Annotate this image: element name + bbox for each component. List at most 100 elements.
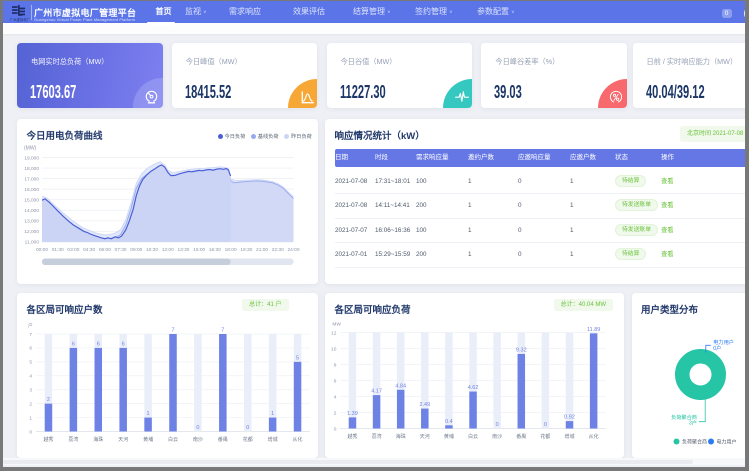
bar-value-label: 0.92 — [564, 415, 575, 421]
bar[interactable] — [349, 417, 357, 428]
table-row: 2021-07-0814:11~14:41200101待发送账单查看 — [335, 194, 749, 219]
bar[interactable] — [169, 334, 177, 432]
peak-curve-icon — [301, 91, 314, 104]
view-link[interactable]: 查看 — [661, 219, 674, 244]
legend-label[interactable]: 负荷聚合商 — [682, 439, 707, 446]
brand-subtitle: Guangzhou Virtual Power Plant Management… — [34, 17, 135, 22]
bar[interactable] — [566, 421, 574, 428]
x-tick-label: 04:30 — [83, 247, 95, 253]
nav-item-5[interactable]: 结算管理∨ — [353, 1, 391, 23]
category-label: 越秀 — [347, 433, 357, 440]
y-tick-label: 16,000 — [24, 187, 39, 193]
window-frame-right — [745, 0, 749, 471]
table-column-header: 日期 — [335, 149, 348, 167]
percent-icon — [609, 90, 623, 104]
bar-value-label: 4.62 — [468, 385, 479, 391]
bar[interactable] — [45, 404, 53, 432]
legend-label[interactable]: 电力用户 — [716, 439, 736, 446]
table-cell: 1 — [570, 170, 574, 195]
bar[interactable] — [269, 418, 277, 432]
nav-item-7[interactable]: 参数配置∨ — [477, 1, 515, 23]
pulse-icon — [455, 90, 469, 104]
kpi-card-valley: 今日谷值（MW） 11227.30 — [327, 43, 473, 108]
table-cell: 2021-07-08 — [335, 194, 367, 219]
y-tick-label: 6 — [334, 378, 337, 384]
y-tick-label: 15,000 — [24, 198, 39, 204]
bar[interactable] — [397, 390, 405, 429]
legend-dot[interactable] — [708, 439, 714, 445]
bar[interactable] — [469, 392, 477, 429]
kpi-label: 日前 / 实时响应能力（MW） — [647, 57, 738, 67]
bar[interactable] — [294, 362, 302, 432]
user-type-panel: 用户类型分布 负荷聚合商3户电力用户0户负荷聚合商电力用户 — [632, 293, 749, 458]
table-cell: 2021-07-07 — [335, 219, 367, 244]
bar-value-label: 2 — [47, 397, 50, 403]
category-label: 增城 — [268, 436, 278, 443]
nav-item-label: 监视 — [185, 7, 201, 16]
kpi-card-peak-valley-rate: 今日峰谷差率（%） 39.03 — [481, 43, 627, 108]
status-badge: 待结算 — [615, 175, 646, 187]
nav-item-label: 需求响应 — [229, 7, 261, 16]
y-tick-label: 18,000 — [24, 166, 39, 172]
bar[interactable] — [421, 409, 429, 429]
bar-track — [445, 333, 453, 429]
bar-value-label: 0 — [196, 425, 199, 431]
category-label: 南沙 — [492, 433, 502, 440]
nav-item-6[interactable]: 签约管理∨ — [415, 1, 453, 23]
x-tick-label: 01:30 — [52, 247, 64, 253]
bar[interactable] — [590, 333, 598, 428]
bar[interactable] — [70, 348, 78, 432]
bar-value-label: 4.84 — [395, 383, 406, 389]
view-link[interactable]: 查看 — [661, 243, 674, 268]
horizontal-scrollbar[interactable] — [3, 458, 745, 465]
x-tick-label: 22:30 — [272, 247, 284, 253]
table-row-div: 待结算 — [615, 170, 646, 195]
table-row-div: 待结算 — [615, 243, 646, 268]
bar[interactable] — [518, 354, 526, 429]
bar[interactable] — [445, 425, 453, 428]
nav-item-3[interactable]: 需求响应 — [229, 1, 261, 23]
bar[interactable] — [119, 348, 127, 432]
scrollbar-thumb[interactable] — [3, 460, 693, 464]
chevron-down-icon: ∨ — [387, 3, 391, 21]
bar-value-label: 1.39 — [347, 411, 358, 417]
nav-item-4[interactable]: 效果评估 — [293, 1, 325, 23]
legend-dot[interactable] — [673, 439, 679, 445]
percent-icon-circle — [617, 98, 619, 100]
x-tick-label: 19:30 — [240, 247, 252, 253]
y-tick-label: 8 — [334, 362, 337, 368]
y-axis-unit-label: 户 — [28, 322, 33, 329]
y-tick-label: 19,000 — [24, 155, 39, 161]
kpi-card-grid-load-div — [133, 78, 163, 108]
category-label: 花都 — [540, 433, 550, 440]
bar[interactable] — [144, 418, 152, 432]
category-label: 荔湾 — [372, 433, 382, 440]
notification-badge[interactable]: 0 — [722, 9, 732, 18]
bar-value-label: 9.32 — [516, 347, 527, 353]
nav-item-2[interactable]: 监视∨ — [185, 1, 207, 23]
datazoom-thumb[interactable] — [42, 259, 231, 266]
category-label: 番禺 — [218, 436, 228, 443]
kpi-label: 今日峰谷差率（%） — [495, 57, 559, 67]
status-badge: 待发送账单 — [615, 199, 658, 211]
x-tick-label: 15:00 — [193, 247, 205, 253]
bar[interactable] — [373, 395, 381, 428]
nav-item-label: 首页 — [156, 7, 172, 16]
bar[interactable] — [219, 334, 227, 432]
view-link[interactable]: 查看 — [661, 194, 674, 219]
x-tick-label: 00:00 — [36, 247, 48, 253]
y-tick-label: 2 — [29, 401, 32, 407]
view-link[interactable]: 查看 — [661, 170, 674, 195]
brand-logo-icon-g-rect — [12, 6, 18, 8]
y-tick-label: 12,000 — [24, 229, 39, 235]
nav-item-1[interactable]: 首页 — [156, 1, 172, 23]
bar[interactable] — [95, 348, 103, 432]
bar-track — [542, 333, 550, 429]
table-cell: 100 — [416, 219, 427, 244]
donut-ring[interactable] — [682, 356, 719, 393]
chevron-down-icon: ∨ — [511, 3, 515, 21]
load-curve-chart: 11,00012,00013,00014,00015,00016,00017,0… — [17, 119, 317, 283]
series-area — [42, 165, 231, 242]
bar-value-label: 1 — [147, 411, 150, 417]
y-tick-label: 4 — [334, 394, 337, 400]
